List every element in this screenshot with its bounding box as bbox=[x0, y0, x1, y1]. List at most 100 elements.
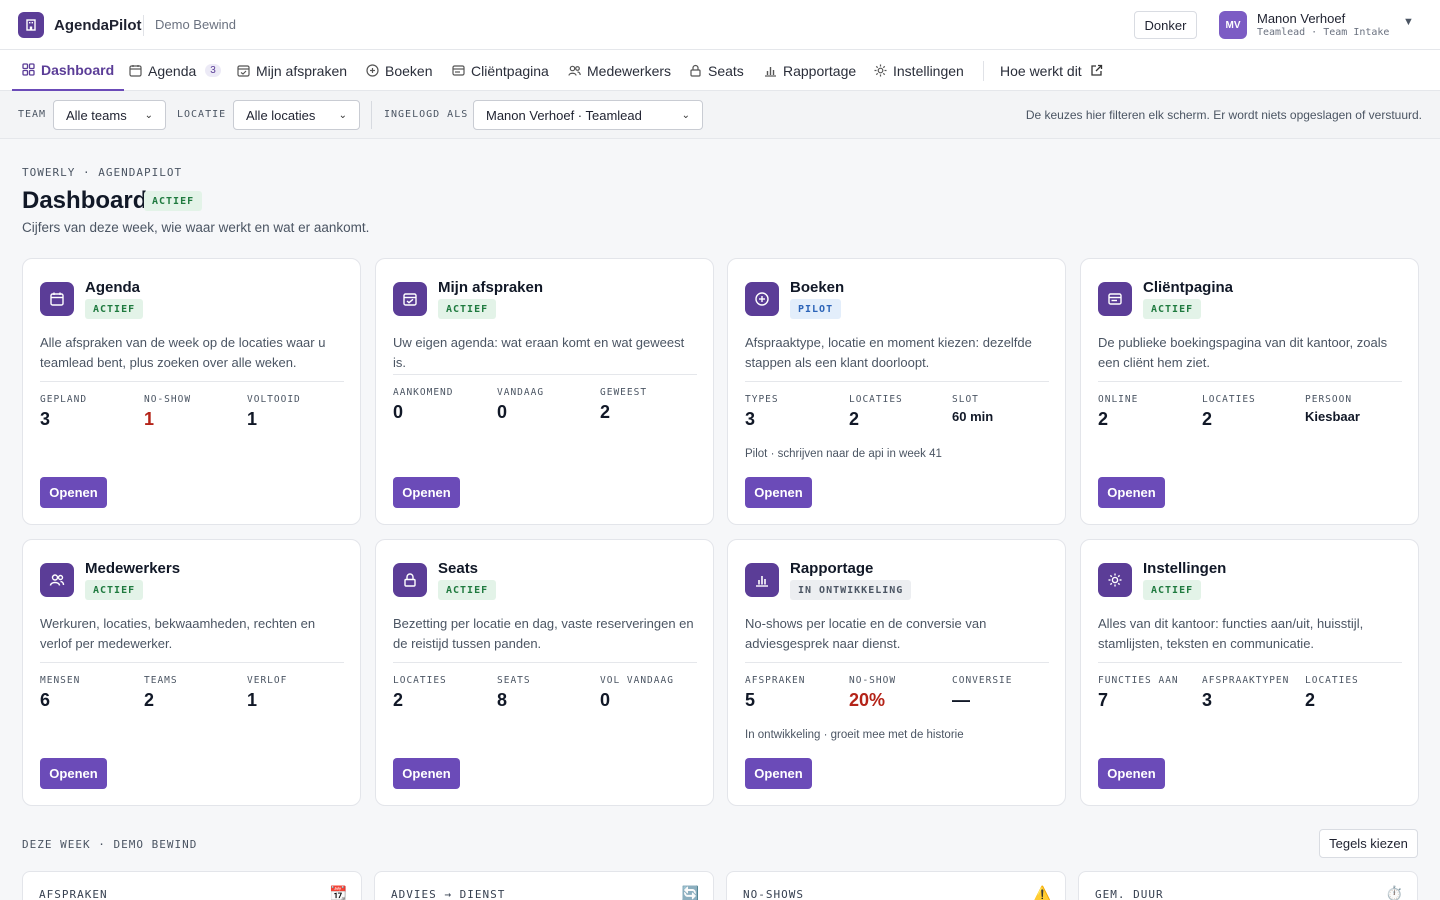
kpi-label: ADVIES → DIENST bbox=[391, 888, 506, 900]
nav-item-rapportage[interactable]: Rapportage bbox=[764, 50, 856, 91]
stat: VERLOF 1 bbox=[247, 675, 287, 711]
lock-icon bbox=[393, 563, 427, 597]
stat-label: AANKOMEND bbox=[393, 387, 454, 398]
status-badge: ACTIEF bbox=[1143, 299, 1202, 319]
stat-label: PERSOON bbox=[1305, 394, 1353, 405]
nav-item-help[interactable]: Hoe werkt dit bbox=[1000, 50, 1103, 91]
location-select[interactable]: Alle locaties ⌄ bbox=[233, 100, 360, 130]
nav-item-medewerkers[interactable]: Medewerkers bbox=[568, 50, 671, 91]
choose-tiles-button[interactable]: Tegels kiezen bbox=[1319, 829, 1418, 858]
nav-label: Rapportage bbox=[783, 62, 857, 79]
kpi-tile-gem-duur[interactable]: GEM. DUUR ⏱️ bbox=[1078, 871, 1418, 900]
stat: GEWEEST 2 bbox=[600, 387, 647, 423]
nav-item-clientpagina[interactable]: Cliëntpagina bbox=[452, 50, 549, 91]
card-boeken: Boeken PILOT Afspraaktype, locatie en mo… bbox=[727, 258, 1066, 525]
stat: FUNCTIES AAN 7 bbox=[1098, 675, 1179, 711]
stat-label: AFSPRAKEN bbox=[745, 675, 806, 686]
nav-item-boeken[interactable]: Boeken bbox=[366, 50, 432, 91]
kpi-tile-advies-dienst[interactable]: ADVIES → DIENST 🔄 bbox=[374, 871, 714, 900]
stat-label: LOCATIES bbox=[849, 394, 903, 405]
stat: SEATS 8 bbox=[497, 675, 531, 711]
nav-divider bbox=[983, 61, 984, 81]
open-button[interactable]: Openen bbox=[393, 758, 460, 789]
nav-item-seats[interactable]: Seats bbox=[689, 50, 744, 91]
open-button[interactable]: Openen bbox=[1098, 477, 1165, 508]
nav-label: Dashboard bbox=[41, 61, 115, 78]
divider bbox=[393, 374, 697, 375]
card-title: Agenda bbox=[85, 279, 141, 296]
stat-label: LOCATIES bbox=[1305, 675, 1359, 686]
stat: LOCATIES 2 bbox=[393, 675, 447, 711]
stat: AFSPRAKEN 5 bbox=[745, 675, 805, 711]
avatar[interactable]: MV bbox=[1219, 11, 1247, 39]
status-badge: PILOT bbox=[790, 299, 842, 319]
app-name[interactable]: AgendaPilot bbox=[54, 17, 142, 34]
nav-label: Seats bbox=[708, 62, 744, 79]
divider bbox=[40, 381, 344, 382]
stat-value: 8 bbox=[497, 690, 508, 710]
card-agenda: Agenda ACTIEF Alle afspraken van de week… bbox=[22, 258, 361, 525]
nav-item-instellingen[interactable]: Instellingen bbox=[874, 50, 964, 91]
status-badge: ACTIEF bbox=[1143, 580, 1202, 600]
card-title: Mijn afspraken bbox=[438, 279, 544, 296]
logged-in-as-label: INGELOGD ALS bbox=[384, 109, 469, 120]
stat-label: SEATS bbox=[497, 675, 531, 686]
stat-value: 2 bbox=[600, 402, 611, 422]
user-name[interactable]: Manon Verhoef bbox=[1257, 11, 1345, 26]
card-mijn-afspraken: Mijn afspraken ACTIEF Uw eigen agenda: w… bbox=[375, 258, 714, 525]
stat-value: 1 bbox=[247, 409, 258, 429]
kpi-label: NO-SHOWS bbox=[743, 888, 804, 900]
calendar-check-icon bbox=[237, 65, 250, 77]
location-filter-label: LOCATIE bbox=[177, 109, 227, 120]
sun-icon bbox=[874, 64, 887, 77]
card-rapportage: Rapportage IN ONTWIKKELING No-shows per … bbox=[727, 539, 1066, 806]
stat-value: 3 bbox=[1202, 690, 1213, 710]
nav-label: Agenda bbox=[148, 62, 197, 79]
stat: VOLTOOID 1 bbox=[247, 394, 301, 430]
nav-label: Cliëntpagina bbox=[471, 62, 549, 79]
team-filter-label: TEAM bbox=[18, 109, 47, 120]
kpi-tile-afspraken[interactable]: AFSPRAKEN 📆 bbox=[22, 871, 362, 900]
theme-toggle-button[interactable]: Donker bbox=[1134, 11, 1197, 39]
open-button[interactable]: Openen bbox=[393, 477, 460, 508]
card-description: Alle afspraken van de week op de locatie… bbox=[40, 335, 326, 370]
lock-icon bbox=[690, 64, 701, 77]
nav-item-agenda[interactable]: Agenda 3 bbox=[129, 50, 221, 91]
open-button[interactable]: Openen bbox=[1098, 758, 1165, 789]
nav-item-mijn-afspraken[interactable]: Mijn afspraken bbox=[237, 50, 347, 91]
calendar-check-icon bbox=[393, 282, 427, 316]
card-title: Seats bbox=[438, 560, 479, 577]
open-button[interactable]: Openen bbox=[40, 758, 107, 789]
location-select-value: Alle locaties bbox=[246, 107, 316, 123]
main-nav: Dashboard Agenda 3 Mijn afspraken Boeken… bbox=[0, 50, 1440, 91]
status-badge: ACTIEF bbox=[85, 299, 144, 319]
status-badge: ACTIEF bbox=[438, 580, 497, 600]
stat-value: 2 bbox=[1098, 409, 1109, 429]
card-instellingen: Instellingen ACTIEF Alles van dit kantoo… bbox=[1080, 539, 1419, 806]
logged-in-as-select[interactable]: Manon Verhoef · Teamlead ⌄ bbox=[473, 100, 703, 130]
kpi-label: AFSPRAKEN bbox=[39, 888, 108, 900]
week-section-title: DEZE WEEK · DEMO BEWIND bbox=[22, 838, 198, 851]
stat-value: 6 bbox=[40, 690, 51, 710]
stat-value: 20% bbox=[849, 690, 886, 710]
open-button[interactable]: Openen bbox=[40, 477, 107, 508]
filter-note: De keuzes hier filteren elk scherm. Er w… bbox=[1025, 108, 1422, 122]
stat-value: 2 bbox=[1202, 409, 1213, 429]
open-button[interactable]: Openen bbox=[745, 758, 812, 789]
filter-bar: TEAM Alle teams ⌄ LOCATIE Alle locaties ⌄ … bbox=[0, 91, 1440, 139]
kpi-tile-no-shows[interactable]: NO-SHOWS ⚠️ bbox=[726, 871, 1066, 900]
user-menu-caret-icon[interactable]: ▼ bbox=[1403, 16, 1414, 28]
stat-label: VOL VANDAAG bbox=[600, 675, 674, 686]
breadcrumb: TOWERLY · AGENDAPILOT bbox=[22, 166, 183, 179]
stat-label: TYPES bbox=[745, 394, 779, 405]
nav-item-dashboard[interactable]: Dashboard bbox=[12, 50, 125, 91]
page-title: Dashboard bbox=[22, 187, 148, 214]
status-badge: ACTIEF bbox=[438, 299, 497, 319]
card-title: Rapportage bbox=[790, 560, 874, 577]
app-logo-icon[interactable] bbox=[18, 12, 44, 38]
stat-label: LOCATIES bbox=[393, 675, 447, 686]
divider bbox=[745, 381, 1049, 382]
user-role: Teamlead · Team Intake bbox=[1257, 27, 1390, 38]
open-button[interactable]: Openen bbox=[745, 477, 812, 508]
team-select[interactable]: Alle teams ⌄ bbox=[53, 100, 166, 130]
